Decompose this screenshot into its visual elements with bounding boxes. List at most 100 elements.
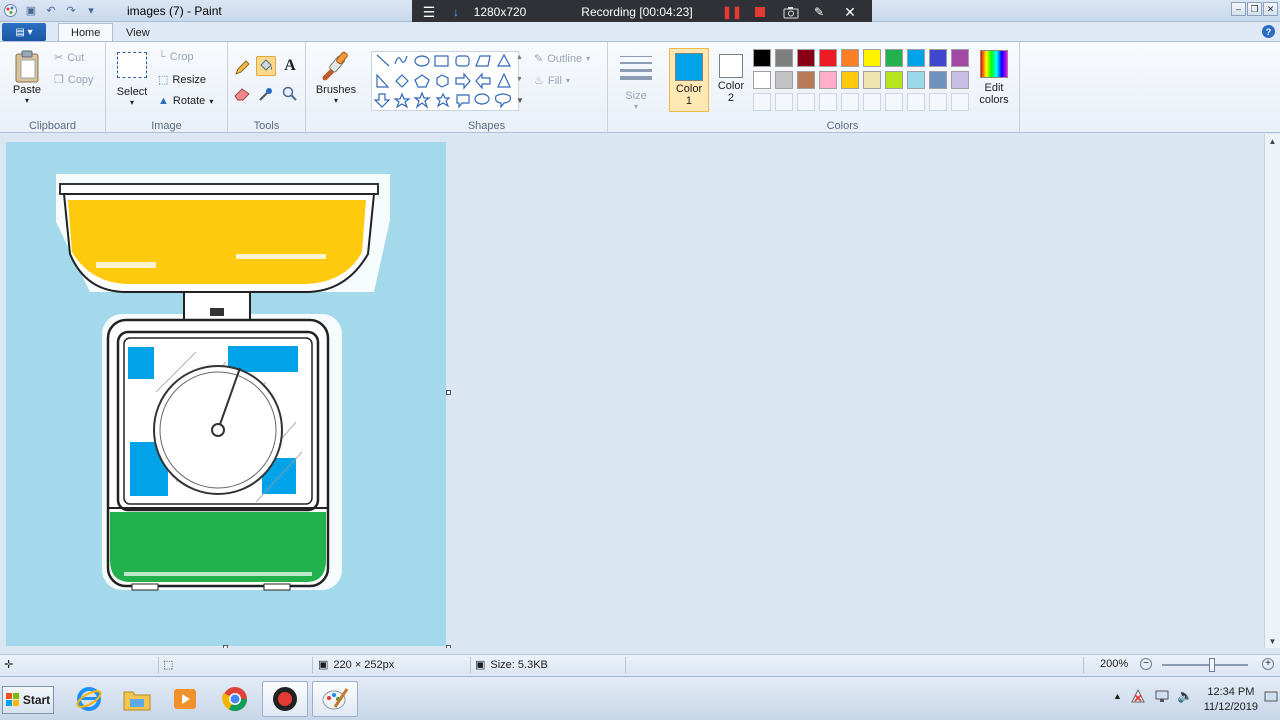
palette-custom-slot[interactable] bbox=[929, 93, 947, 111]
palette-color[interactable] bbox=[775, 49, 793, 67]
select-button[interactable]: Select ▾ bbox=[114, 52, 150, 107]
color2-button[interactable]: Color 2 bbox=[711, 48, 751, 112]
start-button[interactable]: Start bbox=[2, 686, 54, 714]
show-hidden-icons-icon[interactable]: ▲ bbox=[1113, 691, 1122, 701]
folder-icon bbox=[123, 691, 151, 711]
fill-button[interactable]: ♨ Fill ▾ bbox=[534, 74, 570, 88]
scroll-up-icon[interactable]: ▲ bbox=[1265, 134, 1280, 148]
edit-colors-label-1: Edit bbox=[984, 82, 1004, 94]
crop-button[interactable]: └ Crop bbox=[158, 51, 194, 63]
pin-icon[interactable]: ↓ bbox=[448, 0, 464, 24]
pen-icon[interactable]: ✎ bbox=[810, 0, 828, 24]
drawing-canvas[interactable] bbox=[6, 142, 446, 646]
zoom-in-icon[interactable]: + bbox=[1262, 658, 1274, 670]
palette-color[interactable] bbox=[951, 71, 969, 89]
palette-color[interactable] bbox=[863, 71, 881, 89]
menu-icon[interactable]: ☰ bbox=[418, 0, 440, 24]
palette-custom-slot[interactable] bbox=[863, 93, 881, 111]
magnifier-icon[interactable] bbox=[280, 84, 300, 104]
volume-icon[interactable]: 🔈 bbox=[1177, 688, 1193, 704]
palette-color[interactable] bbox=[863, 49, 881, 67]
palette-color[interactable] bbox=[951, 49, 969, 67]
action-center-icon[interactable] bbox=[1131, 688, 1145, 703]
camera-icon[interactable] bbox=[782, 0, 800, 24]
network-icon[interactable] bbox=[1155, 689, 1169, 703]
system-clock[interactable]: 12:34 PM 11/12/2019 bbox=[1204, 685, 1258, 715]
palette-custom-slot[interactable] bbox=[775, 93, 793, 111]
palette-color[interactable] bbox=[841, 49, 859, 67]
taskbar-recorder[interactable] bbox=[262, 681, 308, 717]
palette-color[interactable] bbox=[753, 71, 771, 89]
color1-button[interactable]: Color 1 bbox=[669, 48, 709, 112]
taskbar-media-player[interactable] bbox=[162, 681, 208, 717]
resize-button[interactable]: ⬚ Resize bbox=[158, 73, 206, 87]
eraser-icon[interactable] bbox=[232, 84, 252, 104]
shapes-scroll-down-icon[interactable]: ▼ bbox=[516, 76, 523, 83]
restore-button[interactable]: ❐ bbox=[1247, 2, 1262, 16]
stop-icon[interactable] bbox=[752, 0, 768, 24]
undo-icon[interactable]: ↶ bbox=[42, 2, 60, 19]
zoom-slider-thumb[interactable] bbox=[1209, 658, 1215, 672]
show-desktop-button[interactable] bbox=[1264, 691, 1278, 703]
disk-icon: ▣ bbox=[475, 659, 486, 671]
cut-button[interactable]: ✂ Cut bbox=[54, 51, 84, 65]
palette-color[interactable] bbox=[885, 71, 903, 89]
redo-icon[interactable]: ↷ bbox=[62, 2, 80, 19]
customize-qat-icon[interactable]: ▾ bbox=[82, 2, 100, 19]
minimize-button[interactable]: – bbox=[1231, 2, 1246, 16]
outline-button[interactable]: ✎ Outline ▾ bbox=[534, 52, 590, 66]
taskbar-chrome[interactable] bbox=[212, 681, 258, 717]
taskbar-internet-explorer[interactable] bbox=[66, 681, 112, 717]
color-picker-icon[interactable] bbox=[256, 84, 276, 104]
rotate-button[interactable]: ▲ Rotate ▾ bbox=[158, 95, 213, 107]
close-button[interactable]: ✕ bbox=[1263, 2, 1278, 16]
edit-colors-button[interactable]: Edit colors bbox=[974, 50, 1014, 106]
palette-color[interactable] bbox=[841, 71, 859, 89]
tab-view[interactable]: View bbox=[114, 23, 162, 42]
file-menu-button[interactable]: ▤ ▾ bbox=[2, 23, 46, 41]
pencil-icon[interactable] bbox=[232, 58, 252, 78]
palette-color[interactable] bbox=[819, 71, 837, 89]
palette-color[interactable] bbox=[775, 71, 793, 89]
palette-custom-slot[interactable] bbox=[797, 93, 815, 111]
palette-color[interactable] bbox=[819, 49, 837, 67]
save-icon[interactable]: ▣ bbox=[22, 2, 40, 19]
palette-color[interactable] bbox=[797, 49, 815, 67]
crop-icon: └ bbox=[158, 51, 166, 63]
palette-color[interactable] bbox=[907, 49, 925, 67]
palette-color[interactable] bbox=[929, 49, 947, 67]
pause-icon[interactable]: ❚❚ bbox=[722, 0, 742, 24]
shapes-scroll-up-icon[interactable]: ▲ bbox=[516, 54, 523, 61]
taskbar-paint[interactable] bbox=[312, 681, 358, 717]
shapes-gallery-icons[interactable] bbox=[372, 52, 520, 112]
copy-button[interactable]: ❐ Copy bbox=[54, 73, 94, 87]
taskbar-file-explorer[interactable] bbox=[114, 681, 160, 717]
paste-button[interactable]: Paste ▾ bbox=[8, 50, 46, 105]
size-label: Size bbox=[625, 90, 647, 102]
brushes-button[interactable]: Brushes ▾ bbox=[314, 50, 358, 105]
text-icon[interactable]: A bbox=[280, 56, 300, 76]
help-icon[interactable]: ? bbox=[1262, 25, 1275, 38]
palette-custom-slot[interactable] bbox=[753, 93, 771, 111]
tab-home[interactable]: Home bbox=[58, 23, 114, 42]
zoom-slider[interactable] bbox=[1162, 658, 1248, 672]
palette-color[interactable] bbox=[885, 49, 903, 67]
palette-custom-slot[interactable] bbox=[841, 93, 859, 111]
vertical-scrollbar[interactable]: ▲ ▼ bbox=[1264, 134, 1280, 648]
palette-custom-slot[interactable] bbox=[907, 93, 925, 111]
scroll-down-icon[interactable]: ▼ bbox=[1265, 634, 1280, 648]
fill-bucket-icon[interactable] bbox=[256, 56, 276, 76]
palette-color[interactable] bbox=[797, 71, 815, 89]
size-button[interactable]: Size ▾ bbox=[618, 54, 654, 111]
paint-app-icon[interactable] bbox=[3, 3, 18, 18]
palette-custom-slot[interactable] bbox=[819, 93, 837, 111]
palette-custom-slot[interactable] bbox=[951, 93, 969, 111]
palette-color[interactable] bbox=[929, 71, 947, 89]
palette-custom-slot[interactable] bbox=[885, 93, 903, 111]
palette-color[interactable] bbox=[907, 71, 925, 89]
close-recorder-icon[interactable]: ✕ bbox=[842, 0, 858, 24]
palette-color[interactable] bbox=[753, 49, 771, 67]
zoom-out-icon[interactable]: − bbox=[1140, 658, 1152, 670]
resize-handle-right[interactable] bbox=[446, 390, 451, 395]
shapes-more-icon[interactable]: ▼ bbox=[516, 96, 524, 105]
